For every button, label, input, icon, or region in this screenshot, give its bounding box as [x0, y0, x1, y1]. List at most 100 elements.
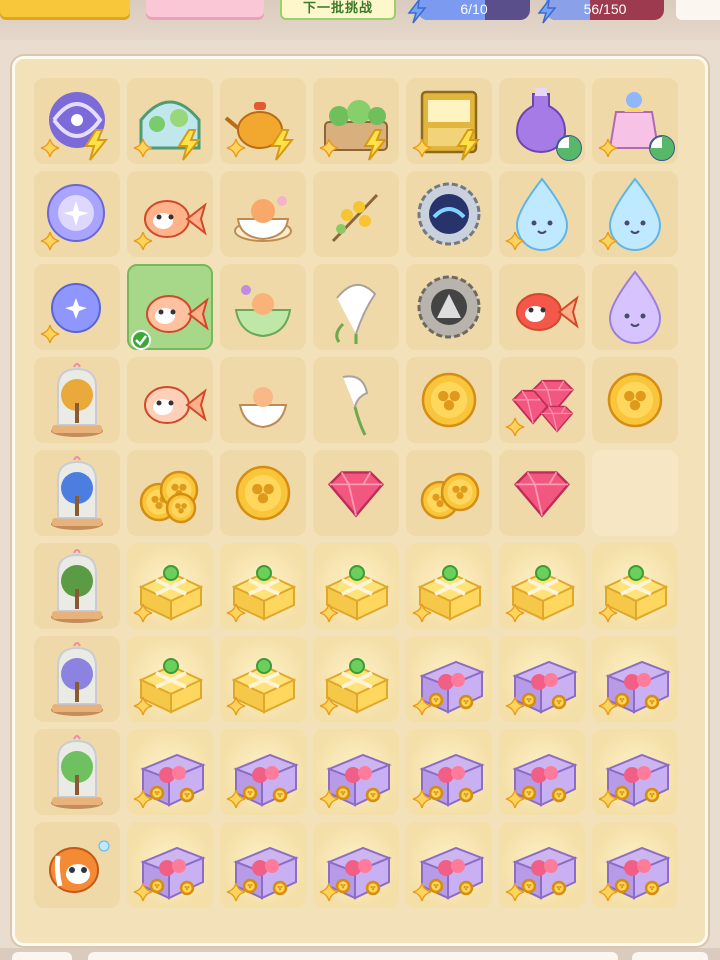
treasure-chest-icon: [505, 846, 578, 902]
bottom-tab-left[interactable]: [12, 952, 72, 960]
merge-board: [12, 56, 708, 946]
treasure-chest-icon: [412, 753, 485, 809]
stone-rune-gear-icon: [417, 275, 481, 339]
board-cell-treasure-chest[interactable]: [313, 822, 399, 908]
greenhouse-dome-icon: [133, 100, 202, 161]
lightning-icon: [407, 0, 427, 24]
board-cell-koi-fish[interactable]: [127, 264, 213, 350]
board-cell-treasure-chest[interactable]: [220, 729, 306, 815]
menu-tab[interactable]: [676, 0, 720, 20]
board-cell-blue-tree-jar[interactable]: [34, 450, 120, 536]
board-cell-gift-box-yellow[interactable]: [220, 543, 306, 629]
koi-fish-plush-icon: [133, 200, 207, 251]
board-cell-treasure-chest[interactable]: [406, 729, 492, 815]
next-challenge-button[interactable]: 下一批挑战: [280, 0, 396, 20]
clover-coin-icon: [235, 465, 291, 521]
board-cell-purple-potion[interactable]: [499, 78, 585, 164]
bottom-tab-center[interactable]: [88, 952, 618, 960]
board-cell-treasure-chest[interactable]: [592, 822, 678, 908]
board-cell-gift-box-yellow[interactable]: [313, 636, 399, 722]
board-cell-gift-box-yellow[interactable]: [127, 543, 213, 629]
red-goldfish-icon: [516, 293, 579, 331]
board-cell-ruby-gem[interactable]: [313, 450, 399, 536]
board-cell-treasure-chest[interactable]: [592, 729, 678, 815]
board-cell-lavender-jar[interactable]: [34, 636, 120, 722]
board-cell-clownfish-plush[interactable]: [34, 822, 120, 908]
board-cell-clover-coin[interactable]: [220, 450, 306, 536]
ruby-gem-icon: [513, 471, 571, 518]
empty-icon: [592, 450, 678, 536]
treasure-chest-icon: [226, 753, 299, 809]
board-cell-osmanthus-branch[interactable]: [313, 171, 399, 257]
board-cell-garden-planter[interactable]: [313, 78, 399, 164]
board-cell-red-goldfish[interactable]: [499, 264, 585, 350]
board-cell-cat-teacup-small[interactable]: [220, 357, 306, 443]
board-cell-greenhouse-dome[interactable]: [127, 78, 213, 164]
lavender-jar-icon: [51, 642, 103, 716]
board-cell-gift-box-yellow[interactable]: [406, 543, 492, 629]
board-cell-coin-pile[interactable]: [127, 450, 213, 536]
board-cell-treasure-chest[interactable]: [127, 822, 213, 908]
cat-teacup-small-icon: [238, 387, 288, 429]
board-cell-gift-box-yellow[interactable]: [127, 636, 213, 722]
calla-lily-bouquet-icon: [335, 284, 377, 344]
board-cell-calla-lily[interactable]: [313, 357, 399, 443]
clover-coin-icon: [421, 372, 477, 428]
board-cell-water-portal-gear[interactable]: [406, 171, 492, 257]
board-cell-cat-in-teacup[interactable]: [220, 171, 306, 257]
board-cell-cat-in-green-cup[interactable]: [220, 264, 306, 350]
board-cell-calla-lily-bouquet[interactable]: [313, 264, 399, 350]
board-cell-water-droplet-spirit[interactable]: [592, 171, 678, 257]
treasure-chest-icon: [226, 846, 299, 902]
board-cell-treasure-chest[interactable]: [499, 822, 585, 908]
board-cell-cosmic-orb-small[interactable]: [34, 264, 120, 350]
board-cell-treasure-chest[interactable]: [313, 729, 399, 815]
treasure-chest-icon: [319, 753, 392, 809]
board-cell-gift-box-yellow[interactable]: [313, 543, 399, 629]
board-cell-gift-box-yellow[interactable]: [499, 543, 585, 629]
yellow-resource-tab[interactable]: [0, 0, 130, 20]
board-cell-koi-fish-small[interactable]: [127, 357, 213, 443]
bottom-tab-right[interactable]: [632, 952, 708, 960]
board-cell-ruby-gem[interactable]: [499, 450, 585, 536]
gift-box-yellow-icon: [133, 658, 204, 716]
empty-board-cell[interactable]: [592, 450, 678, 536]
board-cell-koi-fish-plush[interactable]: [127, 171, 213, 257]
pink-resource-tab[interactable]: [146, 0, 264, 20]
board-cell-treasure-chest[interactable]: [592, 636, 678, 722]
bonsai-jar-icon: [51, 549, 103, 623]
board-cell-golden-cabinet[interactable]: [406, 78, 492, 164]
calla-lily-icon: [342, 375, 369, 436]
cat-in-green-cup-icon: [234, 285, 292, 338]
crowned-perfume-icon: [598, 92, 675, 161]
coin-pair-icon: [420, 472, 480, 520]
board-cell-stone-rune-gear[interactable]: [406, 264, 492, 350]
blue-tree-jar-icon: [51, 456, 103, 530]
board-cell-treasure-chest[interactable]: [499, 729, 585, 815]
board-cell-golden-tree-jar[interactable]: [34, 357, 120, 443]
golden-tree-jar-icon: [51, 363, 103, 437]
gift-box-yellow-icon: [319, 565, 390, 623]
board-cell-sprout-jar[interactable]: [34, 729, 120, 815]
board-cell-treasure-chest[interactable]: [499, 636, 585, 722]
board-cell-clover-coin[interactable]: [406, 357, 492, 443]
board-cell-golden-teapot[interactable]: [220, 78, 306, 164]
board-cell-coin-pair[interactable]: [406, 450, 492, 536]
board-cell-ruby-cluster[interactable]: [499, 357, 585, 443]
board-cell-water-droplet-spirit[interactable]: [499, 171, 585, 257]
board-cell-gift-box-yellow[interactable]: [220, 636, 306, 722]
board-cell-clover-coin[interactable]: [592, 357, 678, 443]
board-cell-cosmic-orb[interactable]: [34, 171, 120, 257]
board-cell-gift-box-yellow[interactable]: [592, 543, 678, 629]
board-cell-treasure-chest[interactable]: [406, 822, 492, 908]
water-portal-gear-icon: [417, 182, 481, 246]
board-cell-purple-droplet-spirit[interactable]: [592, 264, 678, 350]
gift-box-yellow-icon: [319, 658, 390, 716]
board-cell-crowned-perfume[interactable]: [592, 78, 678, 164]
board-cell-treasure-chest[interactable]: [406, 636, 492, 722]
board-cell-bonsai-jar[interactable]: [34, 543, 120, 629]
galaxy-swirl-icon: [40, 92, 109, 161]
board-cell-galaxy-swirl[interactable]: [34, 78, 120, 164]
board-cell-treasure-chest[interactable]: [127, 729, 213, 815]
board-cell-treasure-chest[interactable]: [220, 822, 306, 908]
